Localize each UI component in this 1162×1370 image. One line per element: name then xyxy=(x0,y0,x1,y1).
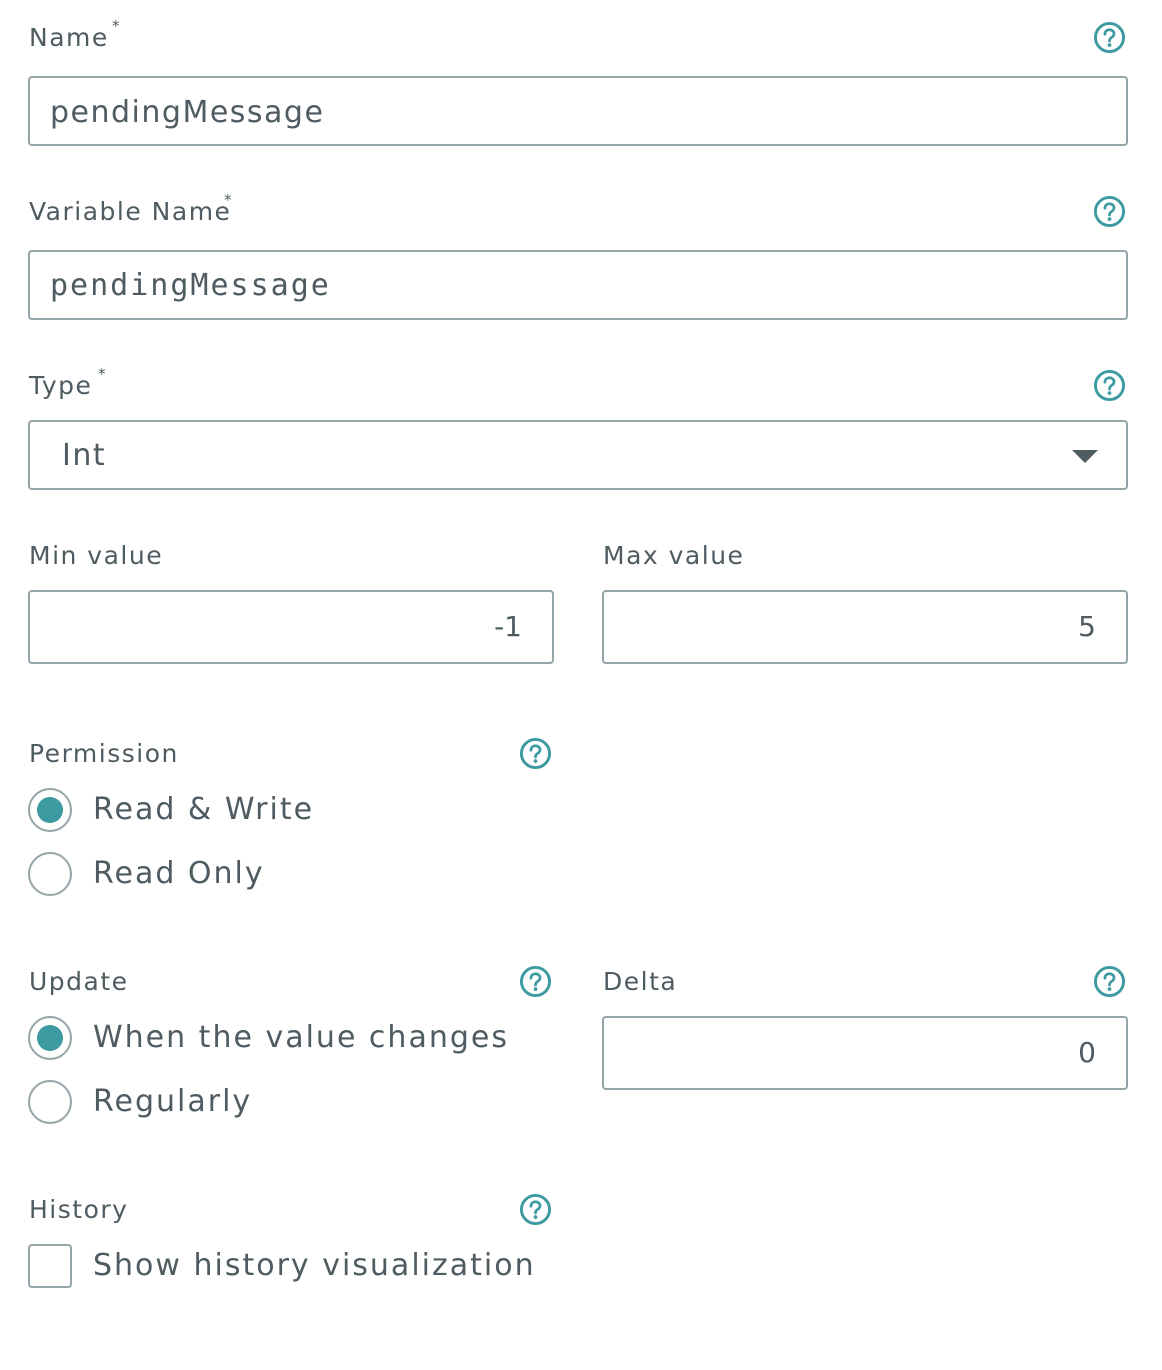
question-circle-icon[interactable] xyxy=(1093,195,1126,228)
max-value-input-value: 5 xyxy=(1078,610,1096,643)
radio-selected-dot xyxy=(37,1025,63,1051)
question-circle-icon[interactable] xyxy=(519,1193,552,1226)
question-circle-icon[interactable] xyxy=(519,965,552,998)
variable-name-label: Variable Name xyxy=(29,197,232,226)
delta-input-value: 0 xyxy=(1078,1036,1096,1069)
permission-read-write-radio[interactable] xyxy=(28,788,72,832)
min-value-label: Min value xyxy=(29,541,164,570)
show-history-label[interactable]: Show history visualization xyxy=(93,1251,536,1281)
type-select-value: Int xyxy=(62,438,107,473)
radio-selected-dot xyxy=(37,797,63,823)
question-circle-icon[interactable] xyxy=(1093,965,1126,998)
name-required-mark: * xyxy=(112,17,120,35)
type-required-mark: * xyxy=(98,365,106,383)
update-on-change-radio[interactable] xyxy=(28,1016,72,1060)
type-select[interactable]: Int xyxy=(28,420,1128,490)
permission-read-only-label[interactable]: Read Only xyxy=(93,859,265,889)
min-value-input-value: -1 xyxy=(494,610,522,643)
permission-read-write-label[interactable]: Read & Write xyxy=(93,795,314,825)
variable-name-required-mark: * xyxy=(224,191,232,209)
permission-read-only-radio[interactable] xyxy=(28,852,72,896)
min-value-input[interactable]: -1 xyxy=(28,590,554,664)
show-history-checkbox[interactable] xyxy=(28,1244,72,1288)
permission-label: Permission xyxy=(29,739,179,768)
type-label: Type xyxy=(29,371,93,400)
max-value-label: Max value xyxy=(603,541,745,570)
max-value-input[interactable]: 5 xyxy=(602,590,1128,664)
question-circle-icon[interactable] xyxy=(1093,21,1126,54)
update-regularly-label[interactable]: Regularly xyxy=(93,1087,252,1117)
caret-down-icon xyxy=(1072,450,1098,463)
name-input[interactable]: pendingMessage xyxy=(28,76,1128,146)
question-circle-icon[interactable] xyxy=(519,737,552,770)
update-label: Update xyxy=(29,967,129,996)
variable-name-input[interactable]: pendingMessage xyxy=(28,250,1128,320)
delta-label: Delta xyxy=(603,967,678,996)
history-label: History xyxy=(29,1195,129,1224)
update-regularly-radio[interactable] xyxy=(28,1080,72,1124)
name-label: Name xyxy=(29,23,109,52)
update-on-change-label[interactable]: When the value changes xyxy=(93,1023,509,1053)
question-circle-icon[interactable] xyxy=(1093,369,1126,402)
variable-name-input-value: pendingMessage xyxy=(50,268,331,303)
delta-input[interactable]: 0 xyxy=(602,1016,1128,1090)
name-input-value: pendingMessage xyxy=(50,95,325,130)
